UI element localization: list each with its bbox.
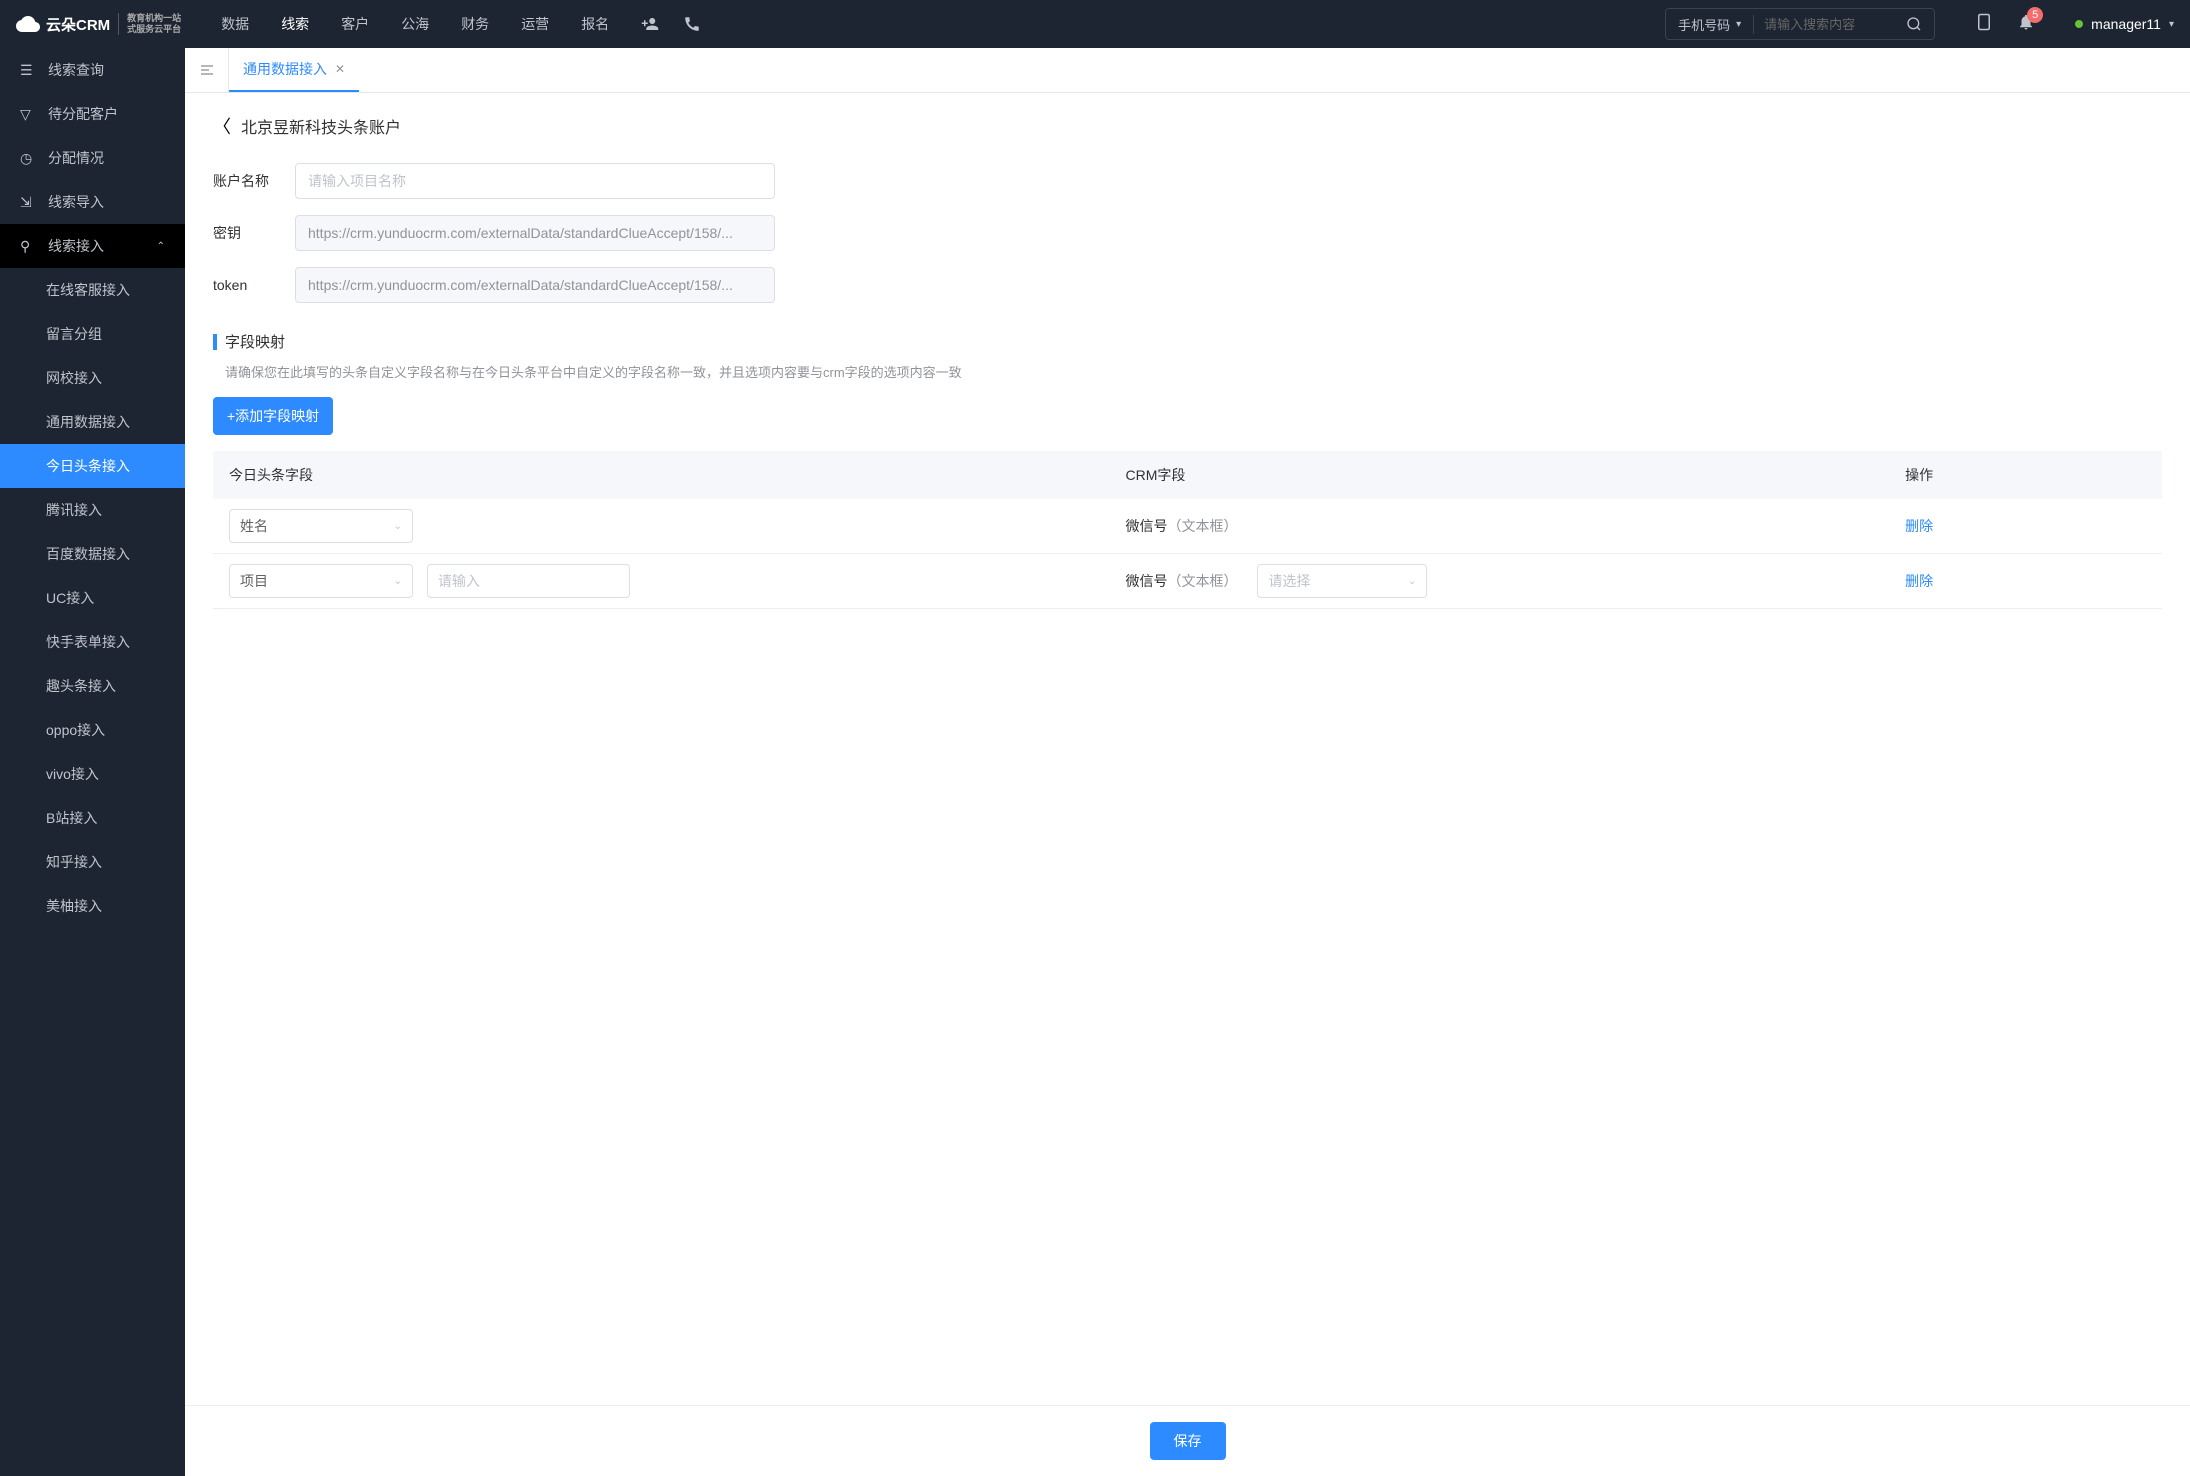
secret-label: 密钥 [213, 223, 295, 243]
sidebar-sub-tencent[interactable]: 腾讯接入 [0, 488, 185, 532]
sidebar-item-import[interactable]: ⇲ 线索导入 [0, 180, 185, 224]
tab-close-icon[interactable]: ✕ [335, 62, 345, 76]
logo-subtitle: 教育机构一站 式服务云平台 [118, 13, 181, 35]
toutiao-field-select[interactable]: 项目 ⌄ [229, 564, 413, 598]
sidebar-item-allocation[interactable]: ◷ 分配情况 [0, 136, 185, 180]
col-toutiao: 今日头条字段 [213, 451, 1110, 499]
sidebar-item-clue-query[interactable]: ☰ 线索查询 [0, 48, 185, 92]
section-bar [213, 334, 217, 350]
status-dot [2075, 20, 2083, 28]
search-input[interactable] [1754, 17, 1894, 32]
page-content: 〈 北京昱新科技头条账户 账户名称 密钥 token 字段映射 请确保您在此填写… [185, 93, 2190, 1405]
back-arrow-icon[interactable]: 〈 [213, 113, 231, 139]
sidebar-sub-general-data[interactable]: 通用数据接入 [0, 400, 185, 444]
table-row: 项目 ⌄ 微信号（文本框） 请选择 ⌄ 删除 [213, 554, 2162, 609]
page-header: 〈 北京昱新科技头条账户 [213, 113, 2162, 139]
nav-clue[interactable]: 线索 [281, 14, 309, 34]
sidebar-sub-bilibili[interactable]: B站接入 [0, 796, 185, 840]
cloud-icon [16, 12, 40, 36]
mobile-icon[interactable] [1975, 13, 1993, 36]
top-header: 云朵CRM 教育机构一站 式服务云平台 数据 线索 客户 公海 财务 运营 报名… [0, 0, 2190, 48]
crm-field-type: （文本框） [1168, 518, 1238, 534]
search-type-select[interactable]: 手机号码 ▾ [1666, 15, 1754, 34]
sidebar-sub-toutiao[interactable]: 今日头条接入 [0, 444, 185, 488]
delete-link[interactable]: 删除 [1905, 518, 1933, 534]
nav-signup[interactable]: 报名 [581, 14, 609, 34]
crm-option-select[interactable]: 请选择 ⌄ [1257, 564, 1427, 598]
sidebar-sub-baidu[interactable]: 百度数据接入 [0, 532, 185, 576]
chevron-down-icon: ▾ [2169, 19, 2174, 30]
toutiao-field-select[interactable]: 姓名 ⌄ [229, 509, 413, 543]
user-plus-icon[interactable] [629, 15, 671, 33]
nav-finance[interactable]: 财务 [461, 14, 489, 34]
plug-icon: ⚲ [20, 238, 36, 255]
crm-field-type: （文本框） [1168, 573, 1238, 589]
username: manager11 [2091, 16, 2161, 32]
header-right-icons: 5 [1975, 13, 2035, 36]
sidebar-sub-meiyou[interactable]: 美柚接入 [0, 884, 185, 928]
share-icon: ⇲ [20, 194, 36, 211]
toutiao-extra-input[interactable] [427, 564, 630, 598]
sidebar-sub-message-group[interactable]: 留言分组 [0, 312, 185, 356]
tabs-bar: 通用数据接入 ✕ [185, 48, 2190, 93]
sidebar-sub-online-service[interactable]: 在线客服接入 [0, 268, 185, 312]
footer-bar: 保存 [185, 1405, 2190, 1476]
form-row-account: 账户名称 [213, 163, 2162, 199]
notification-badge: 5 [2027, 7, 2043, 23]
delete-link[interactable]: 删除 [1905, 573, 1933, 589]
sidebar-sub-qutoutiao[interactable]: 趣头条接入 [0, 664, 185, 708]
list-icon: ☰ [20, 62, 36, 79]
page-title: 北京昱新科技头条账户 [241, 114, 401, 138]
sidebar-sub-kuaishou[interactable]: 快手表单接入 [0, 620, 185, 664]
nav-operation[interactable]: 运营 [521, 14, 549, 34]
phone-icon[interactable] [671, 15, 713, 33]
mapping-table: 今日头条字段 CRM字段 操作 姓名 ⌄ [213, 451, 2162, 609]
chevron-down-icon: ⌄ [394, 576, 402, 587]
search-button[interactable] [1894, 16, 1934, 32]
main-area: 通用数据接入 ✕ 〈 北京昱新科技头条账户 账户名称 密钥 token [185, 48, 2190, 1476]
token-label: token [213, 277, 295, 293]
secret-input [295, 215, 775, 251]
nav-public[interactable]: 公海 [401, 14, 429, 34]
chevron-down-icon: ⌄ [394, 521, 402, 532]
sidebar-item-access[interactable]: ⚲ 线索接入 ⌃ [0, 224, 185, 268]
nav-customer[interactable]: 客户 [341, 14, 369, 34]
clock-icon: ◷ [20, 150, 36, 167]
filter-icon: ▽ [20, 106, 36, 123]
crm-field-name: 微信号 [1126, 518, 1168, 534]
logo-text: 云朵CRM [46, 14, 110, 35]
crm-field-name: 微信号 [1126, 573, 1168, 589]
logo[interactable]: 云朵CRM 教育机构一站 式服务云平台 [16, 12, 181, 36]
chevron-down-icon: ⌄ [1408, 576, 1416, 587]
sidebar-sub-zhihu[interactable]: 知乎接入 [0, 840, 185, 884]
save-button[interactable]: 保存 [1150, 1422, 1226, 1460]
bell-icon[interactable]: 5 [2017, 13, 2035, 36]
sidebar-sub-uc[interactable]: UC接入 [0, 576, 185, 620]
col-action: 操作 [1889, 451, 2162, 499]
sidebar: ☰ 线索查询 ▽ 待分配客户 ◷ 分配情况 ⇲ 线索导入 ⚲ 线索接入 ⌃ 在线… [0, 48, 185, 1476]
sidebar-collapse-button[interactable] [185, 48, 229, 92]
tab-general-data[interactable]: 通用数据接入 ✕ [229, 48, 359, 92]
col-crm: CRM字段 [1110, 451, 1890, 499]
account-label: 账户名称 [213, 171, 295, 191]
nav-data[interactable]: 数据 [221, 14, 249, 34]
chevron-down-icon: ▾ [1736, 19, 1741, 30]
user-menu[interactable]: manager11 ▾ [2075, 16, 2174, 32]
sidebar-item-pending[interactable]: ▽ 待分配客户 [0, 92, 185, 136]
section-hint: 请确保您在此填写的头条自定义字段名称与在今日头条平台中自定义的字段名称一致，并且… [213, 362, 2162, 381]
account-input[interactable] [295, 163, 775, 199]
form-row-secret: 密钥 [213, 215, 2162, 251]
section-title-mapping: 字段映射 [213, 331, 2162, 352]
token-input [295, 267, 775, 303]
table-row: 姓名 ⌄ 微信号（文本框） 删除 [213, 499, 2162, 554]
search-group: 手机号码 ▾ [1665, 8, 1935, 40]
sidebar-sub-oppo[interactable]: oppo接入 [0, 708, 185, 752]
chevron-up-icon: ⌃ [157, 241, 165, 252]
add-mapping-button[interactable]: +添加字段映射 [213, 397, 333, 435]
sidebar-sub-school[interactable]: 网校接入 [0, 356, 185, 400]
main-nav: 数据 线索 客户 公海 财务 运营 报名 [221, 14, 609, 34]
form-row-token: token [213, 267, 2162, 303]
sidebar-sub-vivo[interactable]: vivo接入 [0, 752, 185, 796]
